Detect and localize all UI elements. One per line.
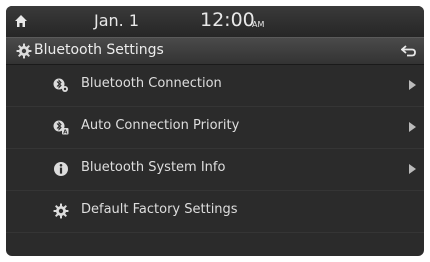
menu-item-label: Bluetooth Connection [81, 76, 222, 91]
gear-icon [53, 203, 69, 219]
page-title: Bluetooth Settings [34, 42, 164, 58]
chevron-right-icon [409, 122, 416, 132]
date-display: Jan. 1 [94, 11, 140, 30]
chevron-right-icon [409, 164, 416, 174]
head-unit-screen: Jan. 1 12:00 AM Bluetooth Settings Bluet… [6, 6, 424, 256]
info-icon [54, 162, 68, 176]
gear-icon [16, 43, 32, 59]
settings-menu: Bluetooth Connection A Auto Connection P… [6, 65, 424, 233]
ampm-indicator: AM [252, 20, 265, 29]
bluetooth-connection-icon [53, 78, 68, 92]
title-bar: Bluetooth Settings [6, 37, 424, 65]
back-button[interactable] [394, 38, 424, 64]
back-arrow-icon [401, 45, 416, 57]
menu-item-auto-connection-priority[interactable]: A Auto Connection Priority [6, 107, 424, 149]
chevron-right-icon [409, 80, 416, 90]
auto-connection-icon: A [53, 120, 69, 135]
menu-item-bluetooth-system-info[interactable]: Bluetooth System Info [6, 149, 424, 191]
home-button[interactable] [12, 11, 30, 31]
menu-item-bluetooth-connection[interactable]: Bluetooth Connection [6, 65, 424, 107]
home-icon [15, 15, 27, 27]
menu-item-label: Default Factory Settings [81, 202, 238, 217]
menu-item-label: Bluetooth System Info [81, 160, 226, 175]
svg-text:A: A [63, 129, 68, 135]
time-display: 12:00 [200, 9, 255, 31]
menu-item-label: Auto Connection Priority [81, 118, 240, 133]
menu-item-default-factory-settings[interactable]: Default Factory Settings [6, 191, 424, 233]
status-bar: Jan. 1 12:00 AM [6, 6, 424, 37]
